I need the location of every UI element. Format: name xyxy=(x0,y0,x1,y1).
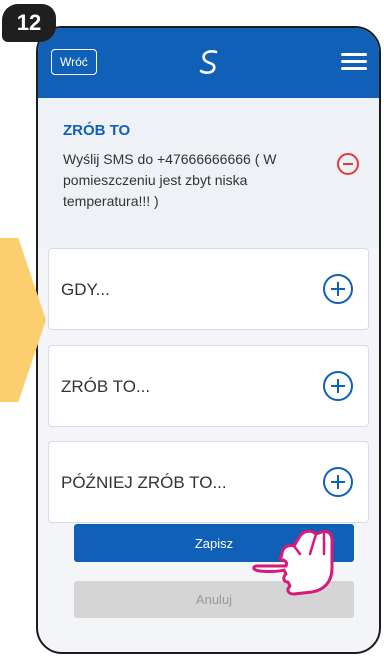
action-description: Wyślij SMS do +47666666666 ( W pomieszcz… xyxy=(63,151,277,209)
section-card-do[interactable]: ZRÓB TO... xyxy=(48,345,369,427)
hamburger-menu-icon[interactable] xyxy=(341,53,367,71)
add-later-action-icon[interactable] xyxy=(323,467,353,497)
section-card-later[interactable]: PÓŹNIEJ ZRÓB TO... xyxy=(48,441,369,523)
brand-logo-icon xyxy=(199,50,218,74)
step-number: 12 xyxy=(16,10,42,35)
step-number-badge: 12 xyxy=(2,4,56,42)
section-label-do: ZRÓB TO... xyxy=(61,377,151,396)
action-title: ZRÓB TO xyxy=(63,122,131,139)
action-summary-card: ZRÓB TO Wyślij SMS do +47666666666 ( W p… xyxy=(38,98,379,248)
app-header: Wróć xyxy=(38,28,379,98)
back-button[interactable]: Wróć xyxy=(51,49,97,75)
pointing-hand-icon xyxy=(252,529,334,596)
section-label-later: PÓŹNIEJ ZRÓB TO... xyxy=(61,473,227,492)
section-label-when: GDY... xyxy=(61,280,110,299)
add-action-icon[interactable] xyxy=(323,371,353,401)
remove-action-icon[interactable] xyxy=(337,153,359,175)
section-card-when[interactable]: GDY... xyxy=(48,248,369,330)
add-condition-icon[interactable] xyxy=(323,274,353,304)
